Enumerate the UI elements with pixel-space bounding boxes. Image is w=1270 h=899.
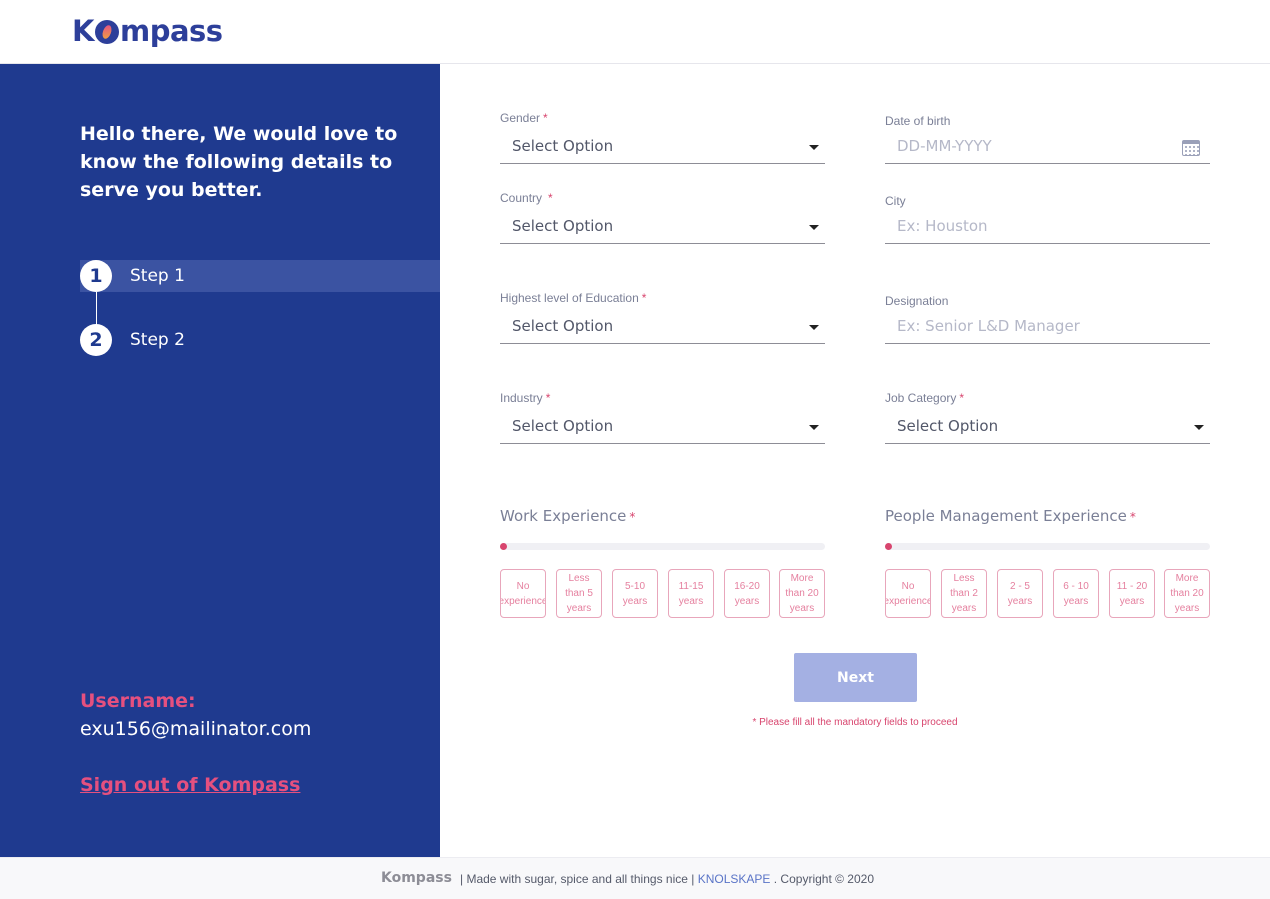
slider-knob[interactable] (500, 543, 507, 550)
gender-label: Gender (500, 111, 541, 125)
step-number: 2 (80, 324, 112, 356)
step-2[interactable]: 2 Step 2 (80, 324, 440, 356)
people-exp-option[interactable]: 2 - 5 years (997, 569, 1043, 618)
designation-label: Designation (885, 294, 949, 308)
education-select[interactable]: Select Option (500, 308, 825, 344)
dropdown-caret-icon (809, 145, 819, 150)
next-button[interactable]: Next (794, 653, 917, 702)
required-mark: * (545, 391, 551, 405)
calendar-icon[interactable] (1182, 140, 1200, 156)
people-exp-option[interactable]: 6 - 10 years (1053, 569, 1099, 618)
work-exp-option[interactable]: Less than 5 years (556, 569, 602, 618)
work-exp-option[interactable]: 5-10 years (612, 569, 658, 618)
required-mark: * (959, 391, 965, 405)
dropdown-caret-icon (809, 425, 819, 430)
people-exp-option[interactable]: Less than 2 years (941, 569, 987, 618)
job-category-select[interactable]: Select Option (885, 408, 1210, 444)
step-1[interactable]: 1 Step 1 (80, 260, 440, 292)
gender-select[interactable]: Select Option (500, 128, 825, 164)
sidebar: Hello there, We would love to know the f… (0, 64, 440, 857)
education-label: Highest level of Education (500, 291, 639, 305)
people-experience-label: People Management Experience (885, 507, 1127, 525)
step-label: Step 2 (130, 330, 185, 350)
dropdown-caret-icon (809, 225, 819, 230)
designation-input[interactable]: Ex: Senior L&D Manager (885, 308, 1210, 344)
people-experience-slider[interactable] (885, 543, 1210, 550)
required-mark: * (629, 510, 636, 524)
copyright-text: . Copyright © 2020 (773, 872, 874, 886)
job-category-label: Job Category (885, 391, 957, 405)
industry-select[interactable]: Select Option (500, 408, 825, 444)
people-exp-option[interactable]: More than 20 years (1164, 569, 1210, 618)
intro-text: Hello there, We would love to know the f… (80, 123, 398, 201)
city-label: City (885, 194, 906, 208)
required-mark: * (1129, 510, 1136, 524)
dropdown-caret-icon (809, 325, 819, 330)
work-experience-slider[interactable] (500, 543, 825, 550)
work-exp-option[interactable]: No experience (500, 569, 546, 618)
footer: Kompass | Made with sugar, spice and all… (0, 857, 1270, 899)
kompass-logo[interactable]: Kmpass (72, 14, 223, 48)
top-bar: Kmpass (0, 0, 1270, 64)
step-number: 1 (80, 260, 112, 292)
country-select[interactable]: Select Option (500, 208, 825, 244)
country-label: Country (500, 191, 543, 205)
work-exp-option[interactable]: 11-15 years (668, 569, 714, 618)
required-mark: * (641, 291, 647, 305)
required-mark: * (548, 191, 553, 205)
mandatory-warning: * Please fill all the mandatory fields t… (752, 717, 958, 728)
step-connector (96, 292, 97, 328)
work-exp-option[interactable]: 16-20 years (724, 569, 770, 618)
dob-input[interactable]: DD-MM-YYYY (885, 128, 1210, 164)
city-input[interactable]: Ex: Houston (885, 208, 1210, 244)
footer-logo: Kompass (381, 870, 452, 886)
knolskape-link[interactable]: KNOLSKAPE (698, 872, 771, 886)
people-exp-option[interactable]: 11 - 20 years (1109, 569, 1155, 618)
slider-knob[interactable] (885, 543, 892, 550)
sign-out-link[interactable]: Sign out of Kompass (80, 774, 300, 796)
compass-icon (94, 20, 119, 44)
step-label: Step 1 (130, 266, 185, 286)
work-exp-option[interactable]: More than 20 years (779, 569, 825, 618)
dropdown-caret-icon (1194, 425, 1204, 430)
people-exp-option[interactable]: No experience (885, 569, 931, 618)
dob-label: Date of birth (885, 114, 951, 128)
required-mark: * (543, 111, 548, 125)
username-label: Username: (80, 690, 196, 712)
industry-label: Industry (500, 391, 543, 405)
work-experience-label: Work Experience (500, 507, 627, 525)
footer-text: | Made with sugar, spice and all things … (460, 872, 695, 886)
